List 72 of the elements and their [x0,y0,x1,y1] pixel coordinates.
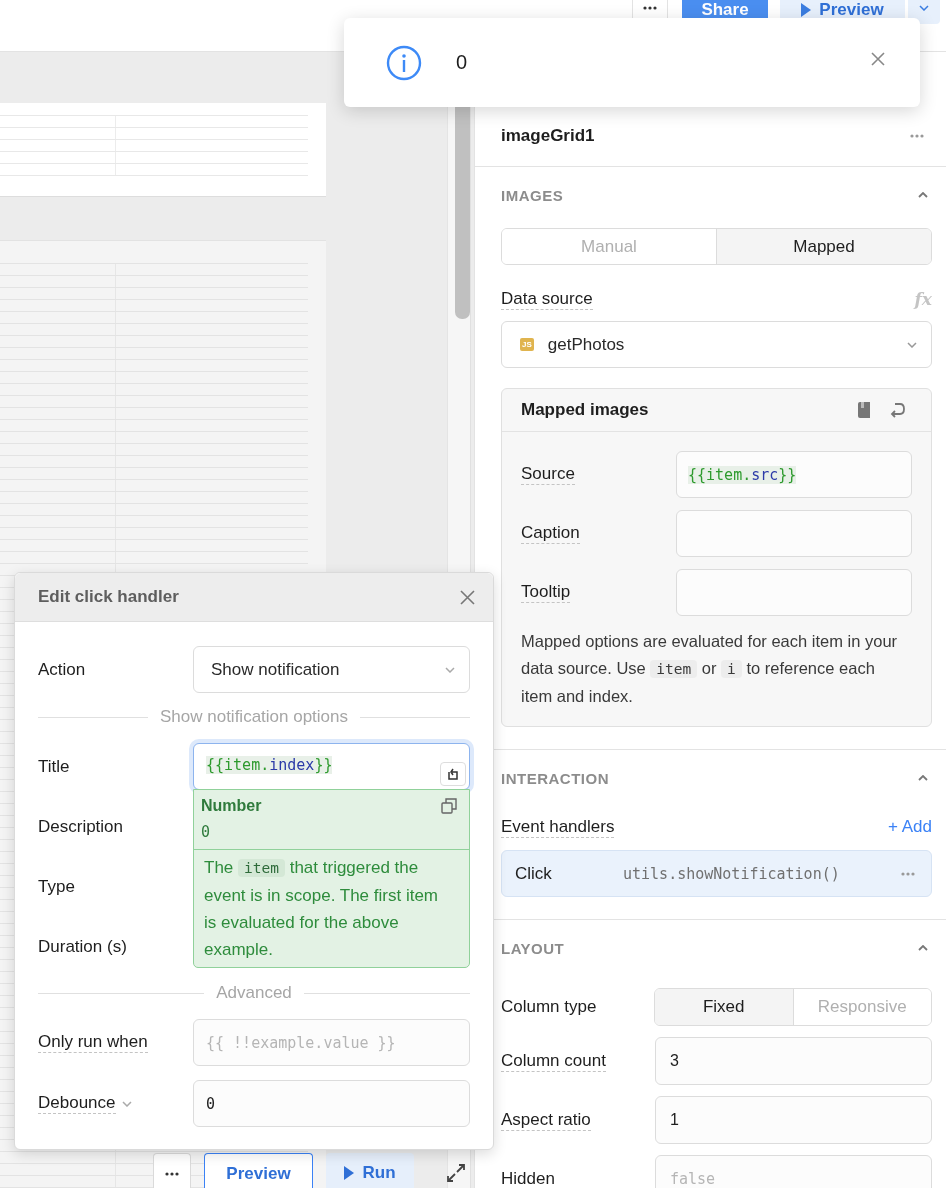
more-icon [910,134,924,138]
field-label: Description [38,816,124,837]
field-label: Column type [501,997,597,1017]
more-icon [643,6,657,10]
run-button[interactable]: Run [326,1153,414,1188]
handler-code: utils.showNotification() [623,864,841,883]
field-label: Duration (s) [38,936,127,957]
field-label: Source [521,464,575,485]
divider-label: Show notification options [159,707,349,727]
reset-button[interactable] [440,762,466,786]
close-icon [871,51,885,66]
select-field[interactable]: JS getPhotos [501,321,932,368]
field-label: Action [38,659,86,680]
evaluated-value: 0 [194,815,469,850]
event-name: Click [515,863,553,884]
field-label: Type [38,876,75,897]
play-icon [344,1166,355,1180]
field-label: Caption [521,523,580,544]
help-text: The item that triggered the event is in scope. The first item is evaluated for the above example. [203,857,439,961]
code-field[interactable]: 0 [193,1080,470,1127]
scrollbar-thumb[interactable] [455,107,470,319]
card-title: Mapped images [521,400,650,420]
play-icon [801,3,812,17]
segment-tab[interactable]: Fixed [655,989,793,1025]
chevron-down-icon [121,1100,132,1107]
help-text: Mapped options are evaluated for each item in your data source. Use item or i to reference each item and index. [521,631,899,707]
select-field[interactable]: Show notification [193,646,470,693]
close-icon [460,589,475,605]
chevron-up-icon[interactable] [918,192,928,198]
code-field[interactable]: {{item.src}} [676,451,912,498]
event-handler-item[interactable]: Click utils.showNotification() [501,850,932,897]
section-heading: INTERACTION [501,769,609,787]
field-label: Only run when [38,1032,148,1053]
code-field[interactable] [676,510,912,557]
input-field[interactable]: 1 [655,1096,932,1144]
section-heading: LAYOUT [501,939,565,957]
code-field[interactable] [676,569,912,616]
js-badge: JS [520,338,534,351]
chevron-up-icon[interactable] [918,945,928,951]
field-label: Column count [501,1050,606,1072]
field-label: Title [38,756,70,777]
more-icon [901,871,915,876]
field-label: Aspect ratio [501,1109,591,1131]
notification-message: 0 [456,51,469,74]
copy-icon[interactable] [441,798,457,814]
more-button[interactable] [153,1153,191,1188]
input-field[interactable]: 3 [655,1037,932,1085]
field-label: Event handlers [501,816,615,838]
component-name: imageGrid1 [501,125,595,147]
dialog-title: Edit click handler [38,587,179,607]
divider-label: Advanced [216,983,292,1003]
field-label: Hidden [501,1168,555,1188]
chevron-down-icon [907,341,917,348]
value-type: Number [201,797,262,815]
field-label: Debounce [38,1093,116,1114]
chevron-up-icon[interactable] [918,775,928,781]
field-label: Data source [501,288,593,310]
book-icon[interactable] [857,401,871,419]
chevron-down-icon [919,5,929,11]
close-button[interactable] [871,51,885,66]
info-icon [386,44,422,81]
section-heading: IMAGES [501,186,564,204]
segment-tab[interactable]: Mapped [716,229,931,264]
dropdown-button[interactable] [908,0,940,24]
reset-icon [447,768,459,780]
expand-icon[interactable] [446,1163,466,1183]
field-label: Tooltip [521,582,571,603]
undo-icon[interactable] [889,401,905,419]
more-icon [165,1171,179,1176]
chevron-down-icon [445,666,455,673]
preview-button[interactable]: Preview [204,1153,313,1188]
add-link[interactable]: + Add [888,817,932,837]
